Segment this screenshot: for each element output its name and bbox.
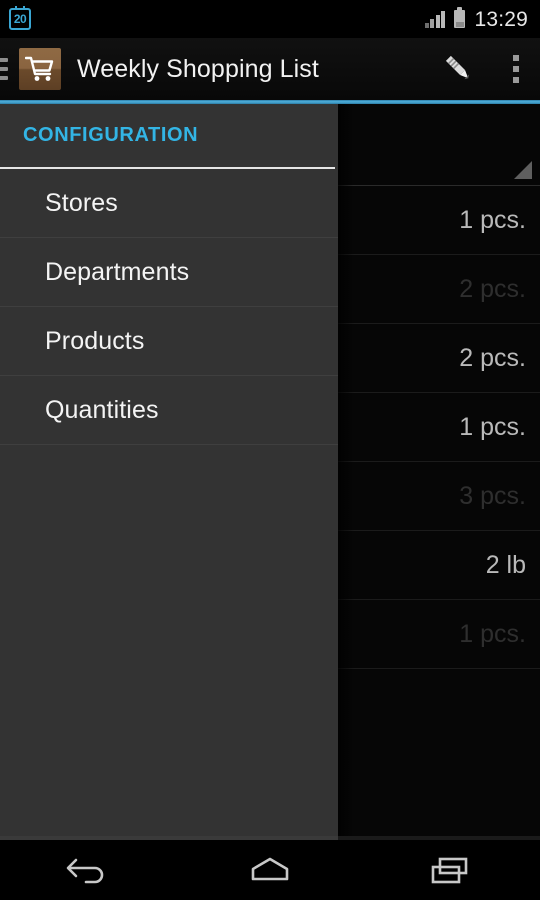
drawer-item-label: Stores — [45, 188, 118, 217]
shopping-cart-icon[interactable] — [19, 48, 61, 90]
drawer-item-label: Quantities — [45, 395, 159, 424]
shopping-list-row-quantity: 1 pcs. — [459, 412, 526, 441]
drawer-shadow — [338, 104, 354, 840]
hamburger-menu-icon[interactable] — [0, 58, 8, 80]
drawer-item-products[interactable]: Products — [0, 307, 338, 376]
page-title: Weekly Shopping List — [77, 54, 319, 83]
action-bar-accent-divider — [0, 100, 540, 104]
calendar-icon: 20 — [9, 6, 31, 30]
signal-bars-icon — [424, 10, 446, 28]
shopping-list-row-quantity: 3 pcs. — [459, 481, 526, 510]
drawer-item-label: Products — [45, 326, 145, 355]
drawer-item-departments[interactable]: Departments — [0, 238, 338, 307]
shopping-list-row-quantity: 2 lb — [485, 550, 526, 579]
action-bar: Weekly Shopping List — [0, 38, 540, 100]
drawer-item-stores[interactable]: Stores — [0, 169, 338, 238]
status-bar-system: 13:29 — [424, 7, 540, 31]
back-arrow-icon[interactable] — [0, 840, 180, 900]
shopping-list-row-quantity: 1 pcs. — [459, 619, 526, 648]
system-navigation-bar — [0, 840, 540, 900]
dropdown-caret-icon — [514, 161, 532, 179]
status-bar-notifications: 20 — [0, 6, 31, 30]
drawer-section-header-label: CONFIGURATION — [23, 124, 199, 146]
drawer-section-header: CONFIGURATION — [0, 104, 338, 167]
calendar-badge-number: 20 — [13, 12, 27, 26]
status-bar: 20 13:29 — [0, 0, 540, 38]
overflow-menu-icon[interactable] — [492, 38, 540, 100]
battery-icon — [454, 7, 466, 28]
action-bar-actions — [426, 38, 540, 100]
navigation-drawer: CONFIGURATION Stores Departments Products Q… — [0, 104, 338, 840]
pencil-edit-icon[interactable] — [426, 38, 492, 100]
home-icon[interactable] — [180, 840, 360, 900]
drawer-item-list: Stores Departments Products Quantities — [0, 169, 338, 445]
shopping-list-row-quantity: 2 pcs. — [459, 274, 526, 303]
drawer-item-quantities[interactable]: Quantities — [0, 376, 338, 445]
phone-screen: 20 13:29 Weekly Shopping List 1 pcs. 2 p… — [0, 0, 540, 900]
drawer-item-label: Departments — [45, 257, 190, 286]
shopping-list-row-quantity: 1 pcs. — [459, 205, 526, 234]
status-bar-clock: 13:29 — [474, 7, 528, 31]
shopping-list-row-quantity: 2 pcs. — [459, 343, 526, 372]
recent-apps-icon[interactable] — [360, 840, 540, 900]
